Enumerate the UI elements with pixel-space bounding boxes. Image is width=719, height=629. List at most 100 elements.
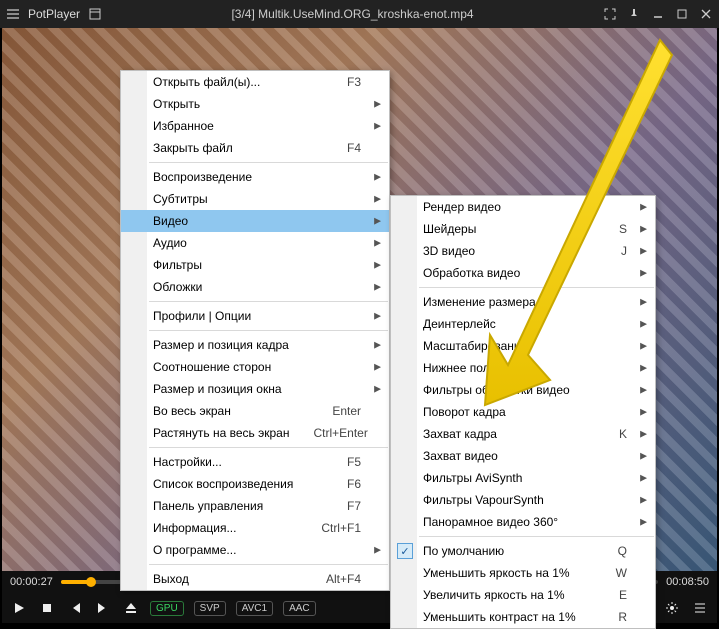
fullscreen-icon[interactable] [603,7,617,21]
playlist-button[interactable] [691,599,709,617]
menu-item-label: Обложки [153,280,202,294]
minimize-icon[interactable] [651,7,665,21]
chevron-right-icon: ▶ [640,385,647,396]
badge-gpu[interactable]: GPU [150,601,184,616]
menu-item[interactable]: Закрыть файлF4 [121,137,389,159]
time-total: 00:08:50 [666,576,709,588]
menu-item-shortcut: F5 [323,455,361,469]
chevron-right-icon: ▶ [374,99,381,110]
menu-item[interactable]: Уменьшить яркость на 1%W [391,562,655,584]
menu-item[interactable]: Изменение размера▶ [391,291,655,313]
menu-item[interactable]: Обложки▶ [121,276,389,298]
menu-item[interactable]: Аудио ▶ [121,232,389,254]
menu-item[interactable]: Панель управленияF7 [121,495,389,517]
menu-item-label: Панорамное видео 360° [423,515,558,529]
menu-item[interactable]: Размер и позиция кадра ▶ [121,334,389,356]
menu-separator [419,536,654,537]
menu-item-shortcut: F6 [323,477,361,491]
menu-item-shortcut: F3 [323,75,361,89]
menu-item-label: Субтитры [153,192,208,206]
context-menu-main[interactable]: Открыть файл(ы)...F3Открыть▶Избранное▶За… [120,70,390,591]
chevron-right-icon: ▶ [374,311,381,322]
menu-item[interactable]: Воспроизведение▶ [121,166,389,188]
menu-item-shortcut: Ctrl+F1 [297,521,361,535]
chevron-right-icon: ▶ [640,407,647,418]
window-title: [3/4] Multik.UseMind.ORG_kroshka-enot.mp… [102,7,603,21]
menu-item-label: Увеличить яркость на 1% [423,588,565,602]
menu-item-label: Обработка видео [423,266,520,280]
chevron-right-icon: ▶ [374,216,381,227]
menu-item[interactable]: О программе...▶ [121,539,389,561]
menu-item[interactable]: Растянуть на весь экранCtrl+Enter [121,422,389,444]
menu-item[interactable]: Открыть файл(ы)...F3 [121,71,389,93]
next-button[interactable] [94,599,112,617]
seek-thumb[interactable] [86,577,96,587]
menu-item[interactable]: Фильтры AviSynth▶ [391,467,655,489]
menu-item[interactable]: Захват видео▶ [391,445,655,467]
prev-button[interactable] [66,599,84,617]
chevron-right-icon: ▶ [640,451,647,462]
menu-item-shortcut: R [594,610,627,624]
chevron-right-icon: ▶ [374,362,381,373]
menu-separator [149,564,388,565]
badge-codec[interactable]: AVC1 [236,601,273,616]
menu-item[interactable]: Размер и позиция окна▶ [121,378,389,400]
menu-item-shortcut: F4 [323,141,361,155]
menu-item-label: Видео [153,214,188,228]
menu-item-label: Размер и позиция кадра [153,338,289,352]
menu-item[interactable]: Захват кадраK▶ [391,423,655,445]
menu-item[interactable]: ВыходAlt+F4 [121,568,389,590]
play-button[interactable] [10,599,28,617]
menu-item[interactable]: Соотношение сторон▶ [121,356,389,378]
pin-icon[interactable] [627,7,641,21]
close-icon[interactable] [699,7,713,21]
eject-button[interactable] [122,599,140,617]
menu-item[interactable]: Увеличить яркость на 1%E [391,584,655,606]
menu-item[interactable]: Профили | Опции▶ [121,305,389,327]
menu-item[interactable]: Во весь экранEnter [121,400,389,422]
menu-item[interactable]: Рендер видео▶ [391,196,655,218]
chevron-right-icon: ▶ [374,238,381,249]
menu-item[interactable]: ШейдерыS▶ [391,218,655,240]
menu-item[interactable]: Нижнее полэкрана▶ [391,357,655,379]
menu-item[interactable]: Поворот кадра ▶ [391,401,655,423]
menu-item-shortcut: S [595,222,627,236]
menu-item[interactable]: Фильтры обработки видео▶ [391,379,655,401]
menu-item-label: Аудио [153,236,187,250]
menu-item[interactable]: Фильтры▶ [121,254,389,276]
menu-item-label: О программе... [153,543,236,557]
menu-item-label: Растянуть на весь экран [153,426,289,440]
menu-item[interactable]: Масштабирование▶ [391,335,655,357]
menu-item[interactable]: Избранное▶ [121,115,389,137]
menu-separator [419,287,654,288]
menu-item[interactable]: Субтитры▶ [121,188,389,210]
badge-audio[interactable]: AAC [283,601,316,616]
menu-item[interactable]: ✓По умолчаниюQ [391,540,655,562]
context-menu-video[interactable]: Рендер видео▶ШейдерыS▶3D видеоJ▶Обработк… [390,195,656,629]
menu-item[interactable]: Деинтерлейс▶ [391,313,655,335]
menu-item[interactable]: Настройки...F5 [121,451,389,473]
menu-item[interactable]: Фильтры VapourSynth▶ [391,489,655,511]
window-list-icon[interactable] [88,7,102,21]
menu-item-label: Поворот кадра [423,405,506,419]
menu-item-label: Уменьшить яркость на 1% [423,566,570,580]
hamburger-icon[interactable] [6,7,20,21]
badge-svp[interactable]: SVP [194,601,226,616]
menu-item-label: Захват кадра [423,427,497,441]
menu-item-shortcut: J [597,244,627,258]
stop-button[interactable] [38,599,56,617]
settings-button[interactable] [663,599,681,617]
chevron-right-icon: ▶ [640,517,647,528]
menu-item[interactable]: Панорамное видео 360° ▶ [391,511,655,533]
menu-item-label: Изменение размера [423,295,536,309]
maximize-icon[interactable] [675,7,689,21]
chevron-right-icon: ▶ [374,340,381,351]
menu-item[interactable]: 3D видеоJ▶ [391,240,655,262]
menu-item[interactable]: Открыть▶ [121,93,389,115]
menu-item[interactable]: Список воспроизведенияF6 [121,473,389,495]
menu-item[interactable]: Видео ▶ [121,210,389,232]
menu-item-label: По умолчанию [423,544,504,558]
chevron-right-icon: ▶ [640,268,647,279]
menu-item[interactable]: Обработка видео ▶ [391,262,655,284]
menu-item[interactable]: Информация...Ctrl+F1 [121,517,389,539]
